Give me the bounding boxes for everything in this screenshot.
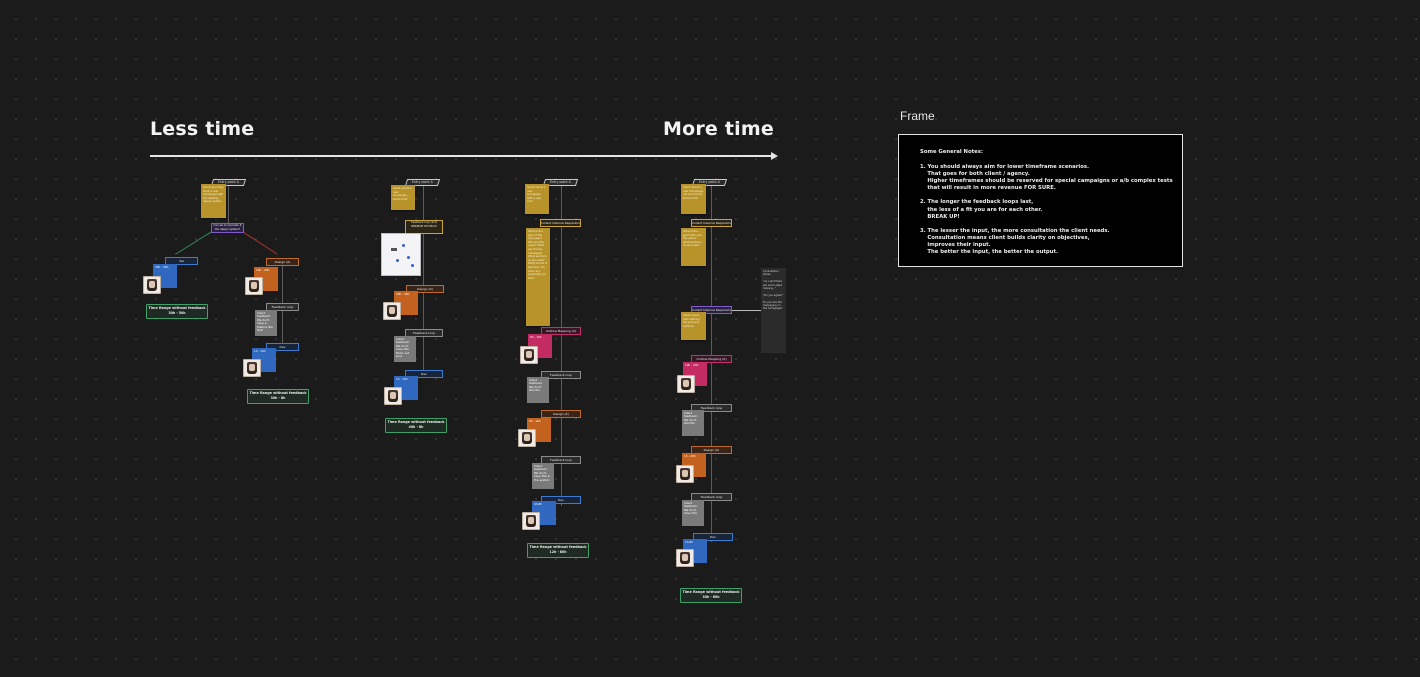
branch-line-no [243,232,278,255]
avatar [245,277,263,295]
less-time-label: Less time [150,118,255,140]
time-range-box[interactable]: Time Range without feedback 30h - 8h [247,389,309,404]
avatar [143,276,161,294]
frame-label[interactable]: Frame [900,109,935,123]
sticky-note[interactable]: Client says they want a new homepage wit… [201,184,226,218]
connector [732,310,762,311]
feedback-note[interactable]: Client feedback. We don't like this [527,377,549,403]
branch-line-yes [175,231,212,255]
time-range-box[interactable]: Time Range without feedback 40h - 8h [385,418,447,433]
time-range-box[interactable]: Time Range without feedback 12h - 80h [527,543,589,558]
collect-reqs-box[interactable]: Collect Internal Requirements [691,219,732,227]
avatar [677,375,695,393]
timeline-arrow [150,155,772,157]
feedback-note[interactable]: Client feedback. We don't have a feature… [255,310,277,336]
avatar [520,346,538,364]
map-block [391,248,397,251]
sticky-note[interactable]: What is the goal? Who are the users? Wha… [681,228,706,266]
feedback-note[interactable]: Client feedback. We don't have this [682,500,704,526]
time-range-box[interactable]: Time Range without feedback 30h - 60h [680,588,742,603]
avatar [384,387,402,405]
screenshot-thumbnail[interactable] [381,233,421,276]
sticky-note[interactable]: Client needs help defining the goal and … [681,312,706,340]
time-range-box[interactable]: Time Range without feedback 30h - 50h [146,304,208,319]
note-1: 1. You should always aim for lower timef… [920,164,1173,192]
avatar [522,512,540,530]
feedback-loop-box[interactable]: Feedback loop (1/3) MINIMUM 8H DELAY [405,220,443,234]
consultation-note[interactable]: Consultation phase "As I said there are … [761,268,786,353]
collect-reqs-box[interactable]: Collect Internal Requirements [540,219,581,227]
more-time-label: More time [663,118,774,140]
notes-title: Some General Notes: [920,149,984,155]
avatar [676,549,694,567]
sticky-note[interactable]: Client wants a new homepage with a new l… [525,184,549,214]
feedback-note[interactable]: Client feedback. We don't have this fixe… [394,336,416,362]
avatar [383,302,401,320]
map-dot [402,244,405,247]
map-dot [411,264,414,267]
map-dot [396,259,399,262]
decision-box[interactable]: Can we incorporate it the design system? [211,223,244,233]
timeline-arrowhead [771,152,778,160]
design-box[interactable]: Design (X) [266,258,299,266]
avatar [243,359,261,377]
connector [423,186,424,378]
feedback-note[interactable]: Client feedback. We don't have this in t… [532,463,554,489]
sticky-note[interactable]: What is the goal of the new page? Who ar… [526,228,550,326]
note-3: 3. The lesser the input, the more consul… [920,227,1110,256]
general-notes-frame[interactable]: Some General Notes: 1. You should always… [898,134,1183,267]
note-2: 2. The longer the feedback loops last, t… [920,199,1043,220]
sticky-note[interactable]: Client wants a new homepage, not sure ho… [681,184,706,214]
feedback-note[interactable]: Client feedback. We don't like this [682,410,704,436]
design-box[interactable]: Design (X) [541,410,581,418]
sticky-note[interactable]: Client wants a new homepage, sends brief [391,185,415,210]
map-dot [407,256,410,259]
avatar [676,465,694,483]
avatar [518,429,536,447]
connector [711,186,712,542]
connector [228,186,229,224]
